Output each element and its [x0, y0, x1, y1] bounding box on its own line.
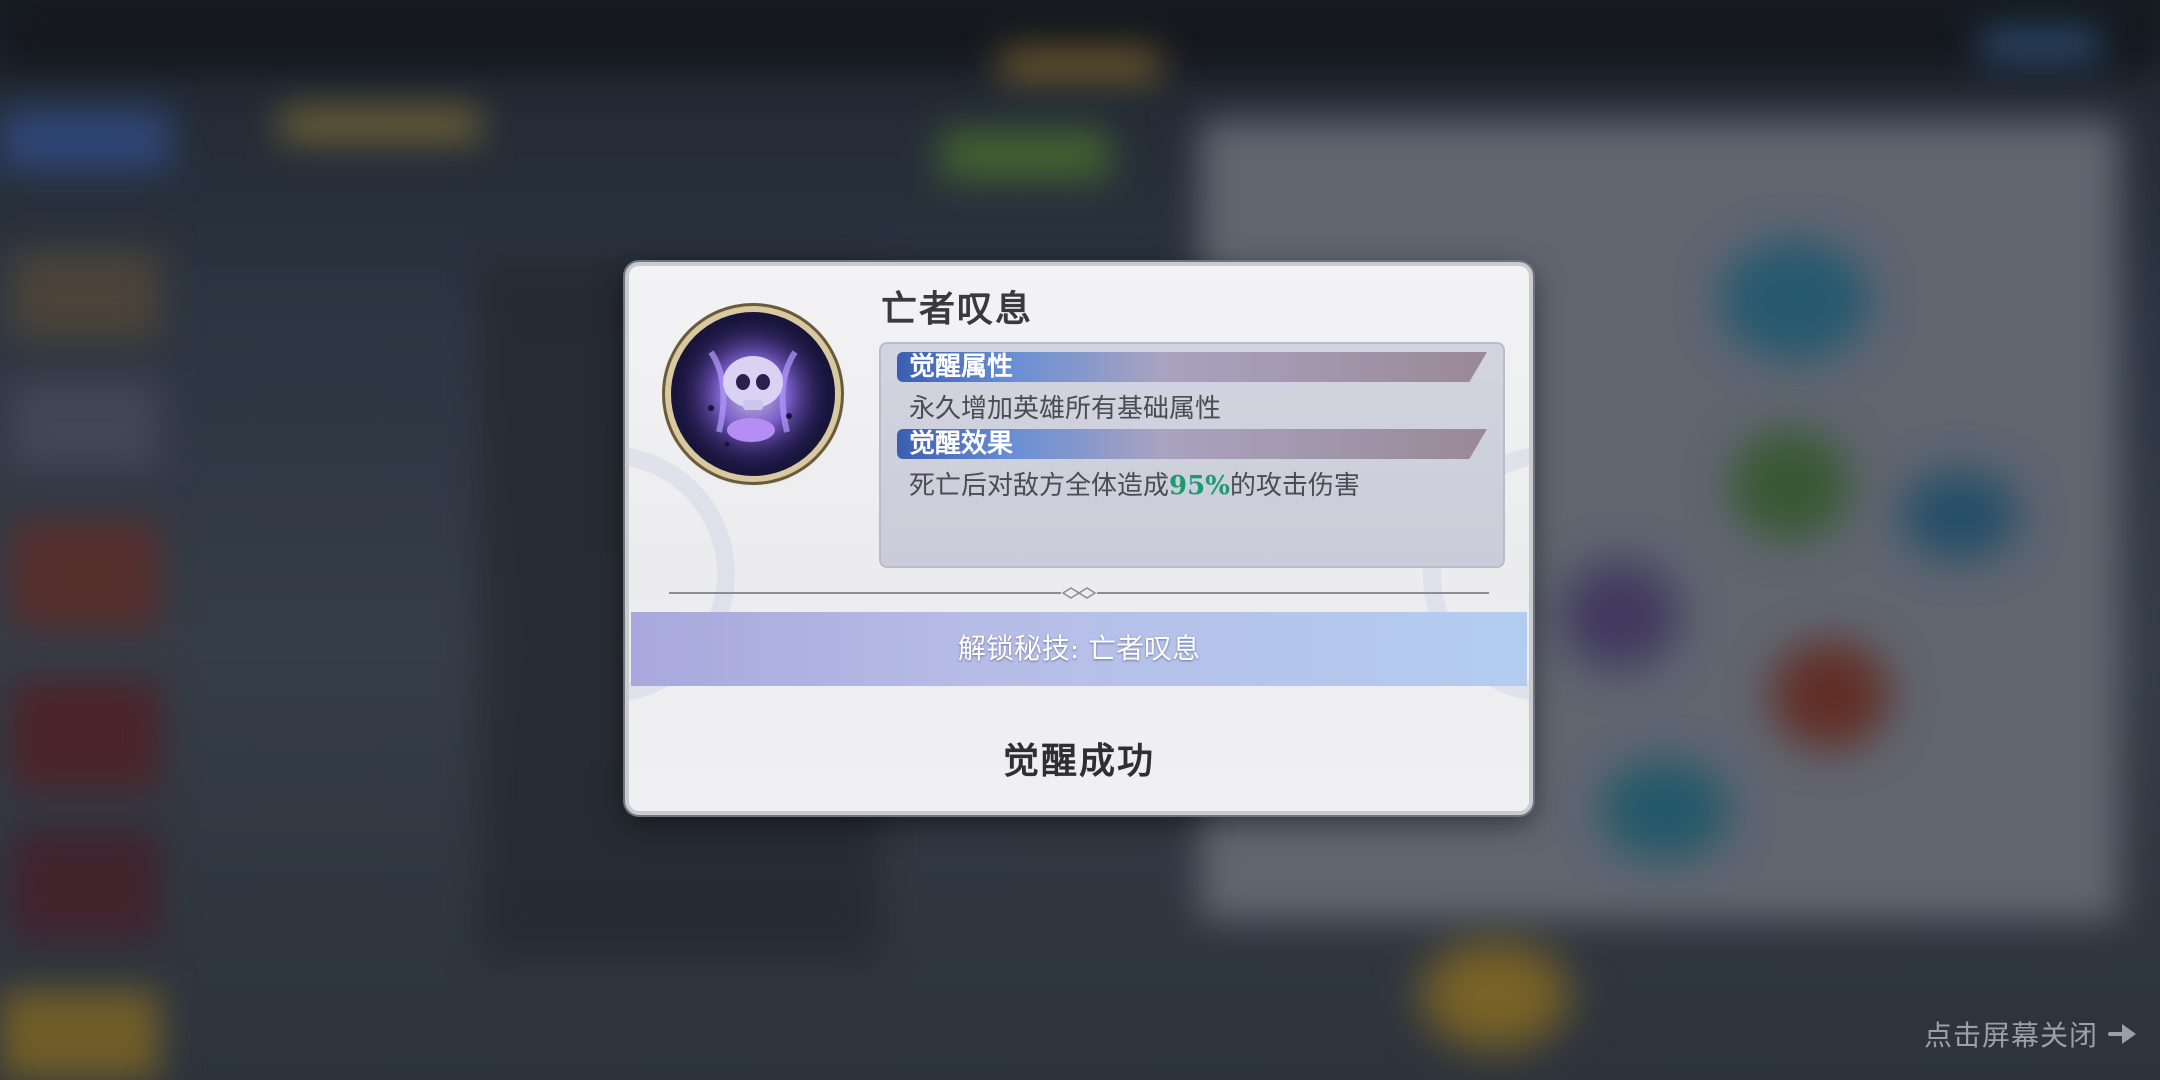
section-text-attribute: 永久增加英雄所有基础属性 — [909, 394, 1222, 424]
skull-skill-icon — [671, 312, 835, 476]
section-text-effect: 死亡后对敌方全体造成95%的攻击伤害 — [909, 465, 1360, 502]
arrow-right-icon — [2108, 1024, 2136, 1044]
effect-text-before: 死亡后对敌方全体造成 — [909, 471, 1170, 501]
section-tag-label: 觉醒属性 — [909, 352, 1014, 382]
close-hint-label: 点击屏幕关闭 — [1923, 1019, 2098, 1052]
skill-info-panel: 觉醒属性 永久增加英雄所有基础属性 觉醒效果 死亡后对敌方全体造成95%的攻击伤… — [879, 342, 1505, 568]
close-hint[interactable]: 点击屏幕关闭 — [1924, 1014, 2140, 1054]
effect-text-after: 的攻击伤害 — [1229, 471, 1360, 501]
awakening-success-text: 觉醒成功 — [1002, 740, 1155, 782]
section-tag-attribute: 觉醒属性 — [897, 352, 1487, 382]
unlock-skill-banner: 解锁秘技: 亡者叹息 — [631, 612, 1527, 686]
effect-damage-percent: 95% — [1169, 471, 1230, 501]
unlock-skill-text: 解锁秘技: 亡者叹息 — [957, 632, 1201, 665]
awakening-result-dialog: 亡者叹息 觉醒属性 永久增加英雄所有基础属性 觉醒效果 死亡后对敌方全体造成95… — [625, 262, 1533, 815]
section-tag-effect: 觉醒效果 — [897, 429, 1487, 459]
skill-title: 亡者叹息 — [881, 288, 1034, 330]
ornament-divider — [669, 586, 1489, 600]
section-tag-label: 觉醒效果 — [909, 429, 1014, 459]
